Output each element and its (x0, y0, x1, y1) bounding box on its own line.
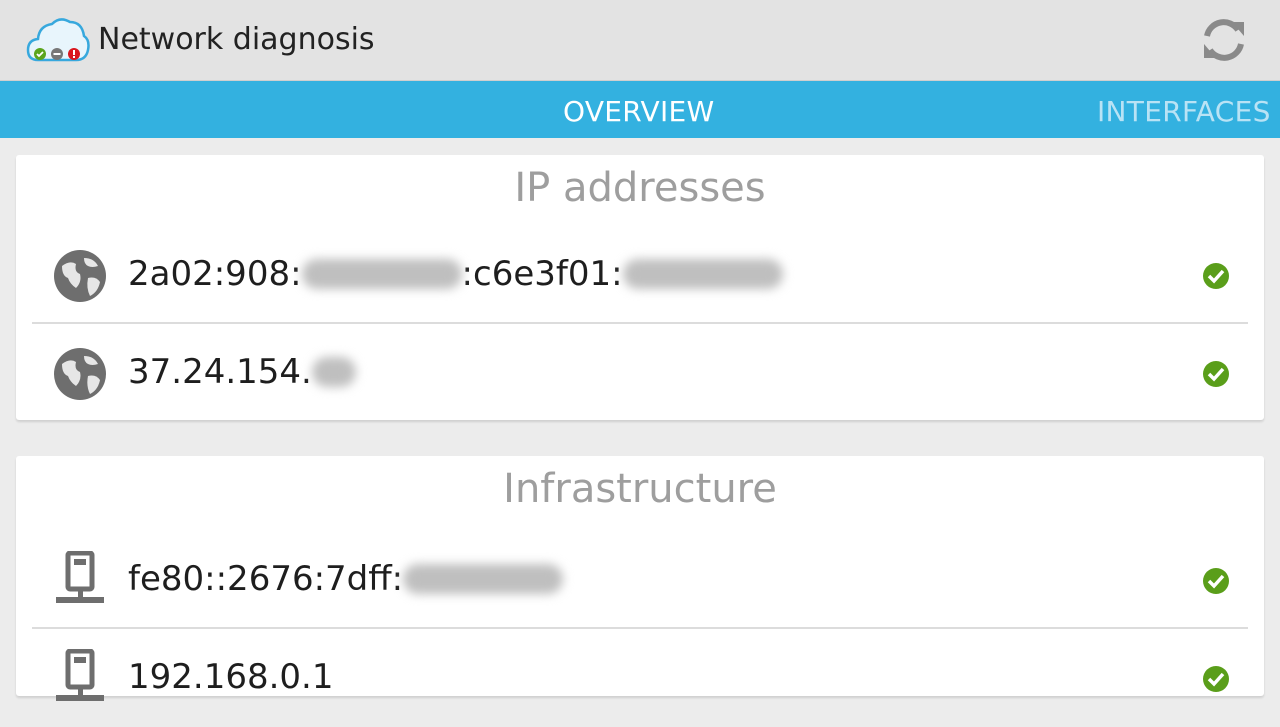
section-title: IP addresses (514, 165, 766, 211)
ok-status-icon (1203, 568, 1229, 594)
list-item[interactable]: 192.168.0.1 (32, 631, 1248, 727)
ip-address-text: 2a02:908: :c6e3f01: (128, 254, 783, 294)
router-icon (56, 551, 104, 603)
action-bar: Network diagnosis (0, 0, 1280, 81)
ip-address-middle: :c6e3f01: (461, 254, 623, 294)
ok-status-icon (1203, 263, 1229, 289)
redacted-segment (403, 563, 564, 594)
globe-icon (54, 250, 106, 302)
ip-addresses-card: IP addresses 2a02:908: :c6e3f01: 37.24.15… (16, 155, 1264, 420)
tab-interfaces[interactable]: INTERFACES (1097, 95, 1271, 128)
refresh-icon[interactable] (1198, 14, 1250, 66)
section-title: Infrastructure (503, 466, 777, 512)
ip-address-text: fe80::2676:7dff: (128, 559, 564, 599)
ip-address-prefix: 37.24.154. (128, 352, 312, 392)
globe-icon (54, 348, 106, 400)
list-item[interactable]: 2a02:908: :c6e3f01: (32, 228, 1248, 324)
list-item[interactable]: fe80::2676:7dff: (32, 533, 1248, 629)
ip-address-prefix: 192.168.0.1 (128, 657, 334, 697)
ip-address-prefix: fe80::2676:7dff: (128, 559, 404, 599)
ip-address-text: 37.24.154. (128, 352, 356, 392)
infrastructure-card: Infrastructure fe80::2676:7dff: 192.168.… (16, 456, 1264, 701)
list-item[interactable]: 37.24.154. (32, 326, 1248, 422)
cloud-status-icon (26, 18, 90, 62)
tab-bar: OVERVIEW INTERFACES (0, 81, 1280, 138)
app-title: Network diagnosis (98, 22, 375, 57)
redacted-segment (311, 356, 356, 387)
router-icon (56, 649, 104, 701)
redacted-segment (622, 258, 783, 289)
ok-status-icon (1203, 666, 1229, 692)
ip-address-text: 192.168.0.1 (128, 657, 333, 697)
redacted-segment (301, 258, 462, 289)
tab-overview[interactable]: OVERVIEW (563, 95, 715, 128)
ip-address-prefix: 2a02:908: (128, 254, 302, 294)
ok-status-icon (1203, 361, 1229, 387)
